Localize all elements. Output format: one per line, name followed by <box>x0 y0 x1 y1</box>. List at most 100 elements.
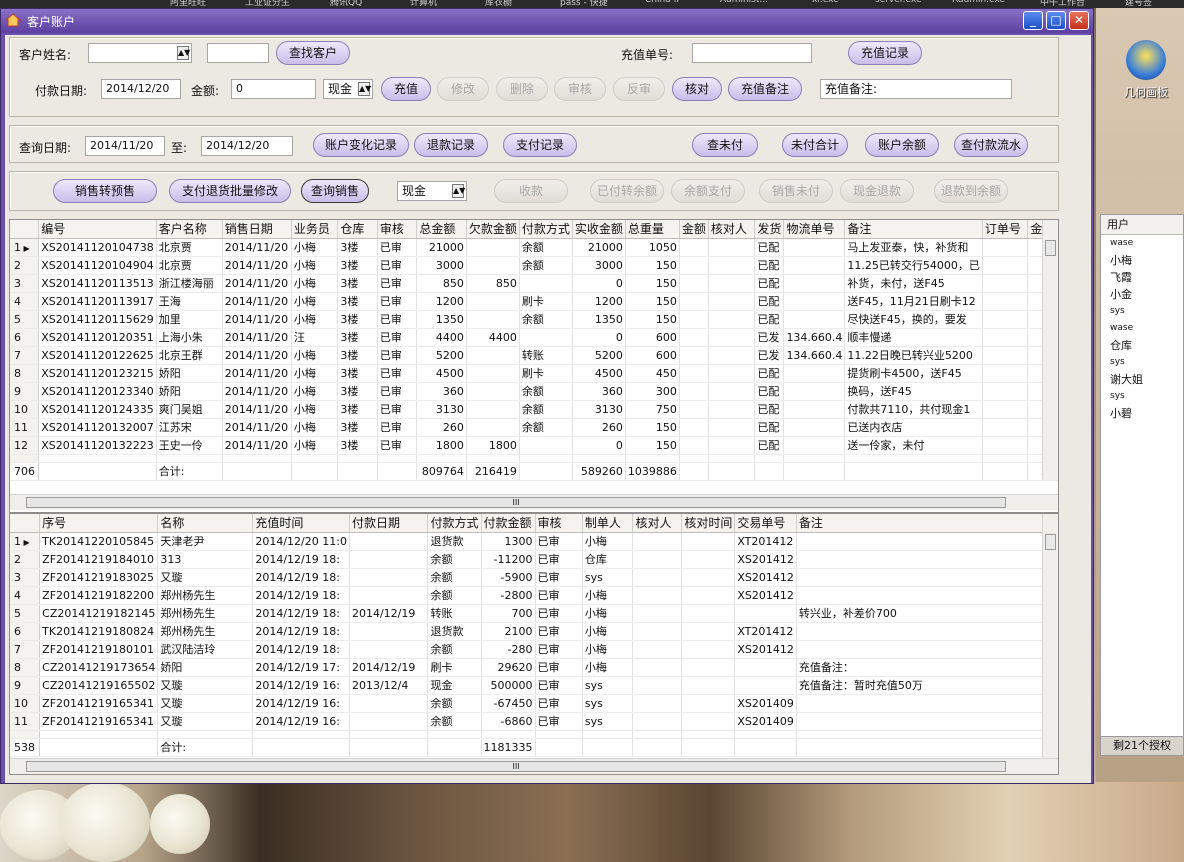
table-cell[interactable]: -11200 <box>481 550 536 569</box>
table-cell[interactable]: 7 <box>10 640 41 659</box>
table-cell[interactable]: 已审 <box>377 436 418 455</box>
table-cell[interactable] <box>708 238 756 257</box>
table-cell[interactable]: 2014/12/19 <box>349 604 429 623</box>
table-cell[interactable]: 2014/12/19 17: <box>252 658 350 677</box>
table-cell[interactable]: 已审 <box>377 418 418 437</box>
table-row[interactable]: 2 ZF20141219184010 313 2014/12/19 18: 余额 -112… <box>10 550 1058 569</box>
table-cell[interactable]: 12 <box>10 436 40 455</box>
modify-button[interactable]: 修改 <box>437 77 489 101</box>
table-cell[interactable]: 提货刷卡4500，送F45 <box>844 364 983 383</box>
table-cell[interactable]: 21000 <box>572 238 626 257</box>
table-cell[interactable]: 3 <box>10 274 40 293</box>
table-row[interactable]: 8 CZ20141219173654 娇阳 2014/12/19 17: 2014/12… <box>10 658 1058 677</box>
table-cell[interactable]: 充值备注：暂时充值50万 <box>796 676 1058 695</box>
table-cell[interactable]: ZF20141219165341 <box>39 694 159 713</box>
table-cell[interactable] <box>632 532 683 551</box>
table-row[interactable]: 5 CZ20141219182145 郑州杨先生 2014/12/19 18: 2014… <box>10 604 1058 623</box>
table-cell[interactable]: 7 <box>10 346 40 365</box>
table-cell[interactable]: 1800 <box>466 436 520 455</box>
table-cell[interactable]: 已配 <box>754 436 785 455</box>
table-cell[interactable] <box>982 364 1029 383</box>
table-cell[interactable]: 已配 <box>754 400 785 419</box>
query-to-input[interactable]: 2014/12/20 <box>201 136 293 156</box>
batch-modify-button[interactable]: 支付退货批量修改 <box>169 179 291 203</box>
refund-record-button[interactable]: 退款记录 <box>414 133 488 157</box>
table-cell[interactable]: 小梅 <box>582 586 634 605</box>
sales-grid-hscroll[interactable]: III <box>10 494 1058 510</box>
table-cell[interactable] <box>783 418 846 437</box>
table-cell[interactable]: 150 <box>625 418 680 437</box>
table-cell[interactable] <box>708 292 756 311</box>
table-cell[interactable]: XS20141120120351 <box>38 328 157 347</box>
table-cell[interactable] <box>783 256 846 275</box>
table-cell[interactable]: 顺丰慢递 <box>844 328 983 347</box>
table-cell[interactable]: XS201412 <box>734 586 797 605</box>
table-cell[interactable]: 已审 <box>535 712 583 731</box>
table-cell[interactable]: 娇阳 <box>156 382 223 401</box>
table-cell[interactable]: sys <box>582 676 634 695</box>
unpaid-query-button[interactable]: 查未付 <box>692 133 758 157</box>
table-cell[interactable]: 已审 <box>535 658 583 677</box>
table-cell[interactable] <box>466 238 520 257</box>
table-cell[interactable]: 转账 <box>519 346 573 365</box>
table-row[interactable]: 12 XS20141120132223 王史一伶 2014/11/20 小梅 3楼 已审 18… <box>10 436 1058 455</box>
table-cell[interactable]: 4 <box>10 586 41 605</box>
table-cell[interactable]: -5900 <box>481 568 536 587</box>
table-cell[interactable]: 360 <box>416 382 467 401</box>
table-cell[interactable]: XS201412 <box>734 640 797 659</box>
table-cell[interactable] <box>679 436 709 455</box>
table-cell[interactable] <box>466 382 520 401</box>
column-header[interactable]: 编号 <box>38 220 157 239</box>
table-cell[interactable]: 已审 <box>535 640 583 659</box>
table-row[interactable]: 7 XS20141120122625 北京王群 2014/11/20 小梅 3楼 已审 520… <box>10 346 1058 365</box>
column-header[interactable]: 核对人 <box>632 514 683 533</box>
table-cell[interactable] <box>519 328 573 347</box>
table-cell[interactable]: 现金 <box>427 676 482 695</box>
user-list-item[interactable]: 小梅 <box>1101 252 1183 269</box>
column-header[interactable]: 序号 <box>39 514 159 533</box>
table-cell[interactable]: 1050 <box>625 238 680 257</box>
table-cell[interactable]: 已审 <box>377 364 418 383</box>
table-cell[interactable] <box>681 658 736 677</box>
table-cell[interactable]: 爽门吴姐 <box>156 400 223 419</box>
table-cell[interactable] <box>783 436 846 455</box>
table-cell[interactable]: 2014/11/20 <box>222 436 292 455</box>
table-cell[interactable]: 小梅 <box>582 622 634 641</box>
table-cell[interactable]: 500000 <box>481 676 536 695</box>
table-cell[interactable]: XS20141120132007 <box>38 418 157 437</box>
table-cell[interactable]: 2014/11/20 <box>222 346 292 365</box>
table-cell[interactable]: 150 <box>625 274 680 293</box>
table-cell[interactable]: 小梅 <box>291 256 339 275</box>
column-header[interactable]: 总金额 <box>416 220 467 239</box>
customer-name-combo[interactable]: ▲▼ <box>88 43 192 63</box>
table-cell[interactable]: 余额 <box>427 640 482 659</box>
table-cell[interactable] <box>679 238 709 257</box>
column-header[interactable]: 名称 <box>157 514 254 533</box>
table-cell[interactable]: 450 <box>625 364 680 383</box>
table-cell[interactable]: 已审 <box>535 694 583 713</box>
table-cell[interactable]: XS201412 <box>734 568 797 587</box>
table-cell[interactable]: ZF20141219182200 <box>39 586 159 605</box>
table-cell[interactable]: 2014/12/19 16: <box>252 676 350 695</box>
user-list-item[interactable]: wase <box>1101 320 1183 337</box>
table-cell[interactable]: 补货，未付，送F45 <box>844 274 983 293</box>
recharge-grid-hscroll[interactable]: III <box>10 758 1058 774</box>
user-list-item[interactable]: wase <box>1101 235 1183 252</box>
table-cell[interactable]: 2014/12/19 16: <box>252 712 350 731</box>
table-cell[interactable]: 已配 <box>754 364 785 383</box>
table-cell[interactable]: 换码，送F45 <box>844 382 983 401</box>
table-cell[interactable] <box>349 532 429 551</box>
table-cell[interactable]: 3楼 <box>337 238 378 257</box>
table-cell[interactable]: 郑州杨先生 <box>157 604 254 623</box>
table-cell[interactable]: 600 <box>625 346 680 365</box>
table-cell[interactable]: 3楼 <box>337 346 378 365</box>
table-cell[interactable]: 4 <box>10 292 40 311</box>
table-cell[interactable]: XT201412 <box>734 532 797 551</box>
column-header[interactable]: 备注 <box>844 220 983 239</box>
table-cell[interactable]: 退货款 <box>427 532 482 551</box>
table-cell[interactable] <box>681 694 736 713</box>
user-list-item[interactable]: 飞霞 <box>1101 269 1183 286</box>
table-cell[interactable]: sys <box>582 712 634 731</box>
table-cell[interactable]: 3楼 <box>337 400 378 419</box>
minimize-button[interactable]: _ <box>1023 11 1043 30</box>
